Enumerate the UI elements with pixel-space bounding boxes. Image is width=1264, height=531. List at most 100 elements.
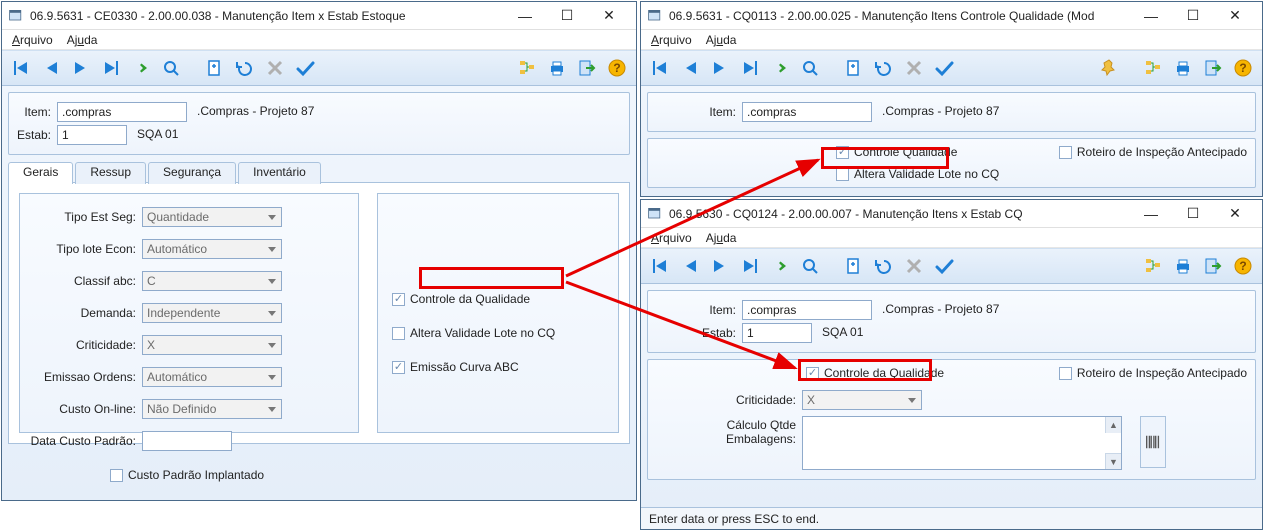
new-button[interactable]	[841, 253, 867, 279]
custo-online-select[interactable]: Não Definido	[142, 399, 282, 419]
controle-qualidade-checkbox[interactable]: Controle da Qualidade	[806, 366, 944, 380]
item-label: Item:	[17, 105, 51, 119]
exit-button[interactable]	[1200, 55, 1226, 81]
close-button[interactable]: ✕	[588, 5, 630, 27]
tipo-lote-econ-select[interactable]: Automático	[142, 239, 282, 259]
nav-first-button[interactable]	[647, 55, 673, 81]
exit-button[interactable]	[1200, 253, 1226, 279]
menu-ajuda[interactable]: Ajuda	[706, 33, 737, 47]
zoom-button[interactable]	[158, 55, 184, 81]
print-button[interactable]	[1170, 55, 1196, 81]
confirm-button[interactable]	[931, 55, 957, 81]
nav-prev-button[interactable]	[677, 253, 703, 279]
menu-arquivo[interactable]: Arquivo	[651, 231, 692, 245]
tipo-est-seg-select[interactable]: Quantidade	[142, 207, 282, 227]
nav-prev-button[interactable]	[677, 55, 703, 81]
close-button[interactable]: ✕	[1214, 203, 1256, 225]
calculo-emb-textarea[interactable]: ▲ ▼	[802, 416, 1122, 470]
help-button[interactable]	[1230, 253, 1256, 279]
tipo-lote-econ-label: Tipo lote Econ:	[26, 242, 136, 256]
go-button[interactable]	[767, 55, 793, 81]
nav-next-button[interactable]	[707, 55, 733, 81]
controle-qualidade-checkbox[interactable]: Controle da Qualidade	[392, 292, 604, 306]
data-custo-padrao-field[interactable]	[142, 431, 232, 451]
go-button[interactable]	[767, 253, 793, 279]
item-code-field[interactable]: .compras	[57, 102, 187, 122]
menu-ajuda[interactable]: Ajuda	[67, 33, 98, 47]
print-button[interactable]	[1170, 253, 1196, 279]
delete-button[interactable]	[901, 253, 927, 279]
tab-ressup[interactable]: Ressup	[75, 162, 146, 184]
zoom-button[interactable]	[797, 55, 823, 81]
roteiro-inspecao-checkbox[interactable]: Roteiro de Inspeção Antecipado	[1059, 366, 1247, 380]
calculo-emb-label: Cálculo Qtde Embalagens:	[656, 416, 796, 446]
undo-button[interactable]	[871, 55, 897, 81]
controle-qualidade-checkbox[interactable]: Controle Qualidade	[836, 145, 957, 159]
tabs: Gerais Ressup Segurança Inventário	[8, 161, 630, 183]
left-col: Tipo Est Seg:Quantidade Tipo lote Econ:A…	[19, 193, 359, 433]
tab-inventario[interactable]: Inventário	[238, 162, 321, 184]
new-button[interactable]	[841, 55, 867, 81]
roteiro-inspecao-checkbox[interactable]: Roteiro de Inspeção Antecipado	[1059, 145, 1247, 159]
confirm-button[interactable]	[292, 55, 318, 81]
emissao-ordens-select[interactable]: Automático	[142, 367, 282, 387]
menu-arquivo[interactable]: Arquivo	[651, 33, 692, 47]
custo-padrao-implantado-checkbox[interactable]: Custo Padrão Implantado	[110, 468, 264, 482]
menu-ajuda[interactable]: Ajuda	[706, 231, 737, 245]
tab-seguranca[interactable]: Segurança	[148, 162, 236, 184]
estab-desc: SQA 01	[818, 323, 1247, 343]
minimize-button[interactable]: —	[1130, 5, 1172, 27]
close-button[interactable]: ✕	[1214, 5, 1256, 27]
delete-button[interactable]	[901, 55, 927, 81]
help-button[interactable]	[604, 55, 630, 81]
help-button[interactable]	[1230, 55, 1256, 81]
barcode-button[interactable]	[1140, 416, 1166, 468]
scroll-up-button[interactable]: ▲	[1105, 417, 1121, 433]
nav-next-button[interactable]	[68, 55, 94, 81]
scroll-down-button[interactable]: ▼	[1105, 453, 1121, 469]
minimize-button[interactable]: —	[1130, 203, 1172, 225]
tree-button[interactable]	[514, 55, 540, 81]
estab-code-field[interactable]: 1	[742, 323, 812, 343]
estab-desc: SQA 01	[133, 125, 621, 145]
classif-abc-select[interactable]: C	[142, 271, 282, 291]
nav-last-button[interactable]	[98, 55, 124, 81]
tab-gerais[interactable]: Gerais	[8, 162, 73, 184]
nav-prev-button[interactable]	[38, 55, 64, 81]
go-button[interactable]	[128, 55, 154, 81]
nav-last-button[interactable]	[737, 55, 763, 81]
zoom-button[interactable]	[797, 253, 823, 279]
demanda-label: Demanda:	[26, 306, 136, 320]
nav-last-button[interactable]	[737, 253, 763, 279]
item-code-field[interactable]: .compras	[742, 102, 872, 122]
emissao-curva-abc-checkbox[interactable]: Emissão Curva ABC	[392, 360, 604, 374]
titlebar: 06.9.5631 - CE0330 - 2.00.00.038 - Manut…	[2, 2, 636, 30]
undo-button[interactable]	[871, 253, 897, 279]
delete-button[interactable]	[262, 55, 288, 81]
print-button[interactable]	[544, 55, 570, 81]
criticidade-select[interactable]: X	[142, 335, 282, 355]
new-button[interactable]	[202, 55, 228, 81]
nav-first-button[interactable]	[8, 55, 34, 81]
menubar: Arquivo Ajuda	[641, 30, 1262, 50]
maximize-button[interactable]: ☐	[1172, 5, 1214, 27]
tree-button[interactable]	[1140, 253, 1166, 279]
maximize-button[interactable]: ☐	[1172, 203, 1214, 225]
exit-button[interactable]	[574, 55, 600, 81]
confirm-button[interactable]	[931, 253, 957, 279]
nav-first-button[interactable]	[647, 253, 673, 279]
criticidade-select[interactable]: X	[802, 390, 922, 410]
altera-validade-checkbox[interactable]: Altera Validade Lote no CQ	[836, 167, 1247, 181]
demanda-select[interactable]: Independente	[142, 303, 282, 323]
undo-button[interactable]	[232, 55, 258, 81]
maximize-button[interactable]: ☐	[546, 5, 588, 27]
emissao-ordens-label: Emissao Ordens:	[26, 370, 136, 384]
altera-validade-checkbox[interactable]: Altera Validade Lote no CQ	[392, 326, 604, 340]
item-code-field[interactable]: .compras	[742, 300, 872, 320]
estab-code-field[interactable]: 1	[57, 125, 127, 145]
tree-button[interactable]	[1140, 55, 1166, 81]
nav-next-button[interactable]	[707, 253, 733, 279]
menu-arquivo[interactable]: AArquivorquivo	[12, 33, 53, 47]
minimize-button[interactable]: —	[504, 5, 546, 27]
pin-button[interactable]	[1096, 55, 1122, 81]
